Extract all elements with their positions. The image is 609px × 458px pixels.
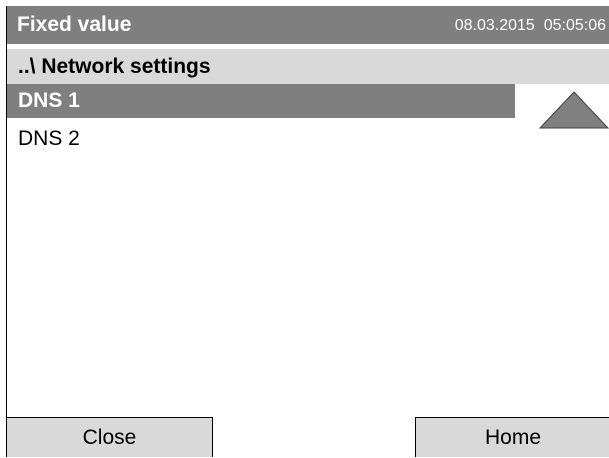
date-time: 08.03.2015 05:05:06 (454, 17, 606, 34)
list-item-label: DNS 2 (18, 127, 80, 150)
page-title: Fixed value (17, 13, 132, 36)
home-button[interactable]: Home (415, 417, 609, 457)
breadcrumb: ..\ Network settings (7, 49, 609, 84)
breadcrumb-path: ..\ Network settings (18, 55, 211, 78)
close-button[interactable]: Close (6, 417, 213, 457)
scroll-up-button[interactable] (538, 90, 609, 130)
list-item-label: DNS 1 (18, 89, 80, 112)
title-bar: Fixed value 08.03.2015 05:05:06 (7, 6, 609, 44)
list-item-dns-1[interactable]: DNS 1 (7, 84, 515, 118)
controller-screen: Fixed value 08.03.2015 05:05:06 ..\ Netw… (6, 6, 609, 457)
triangle-up-icon (538, 91, 609, 129)
list-item-dns-2[interactable]: DNS 2 (7, 122, 515, 156)
